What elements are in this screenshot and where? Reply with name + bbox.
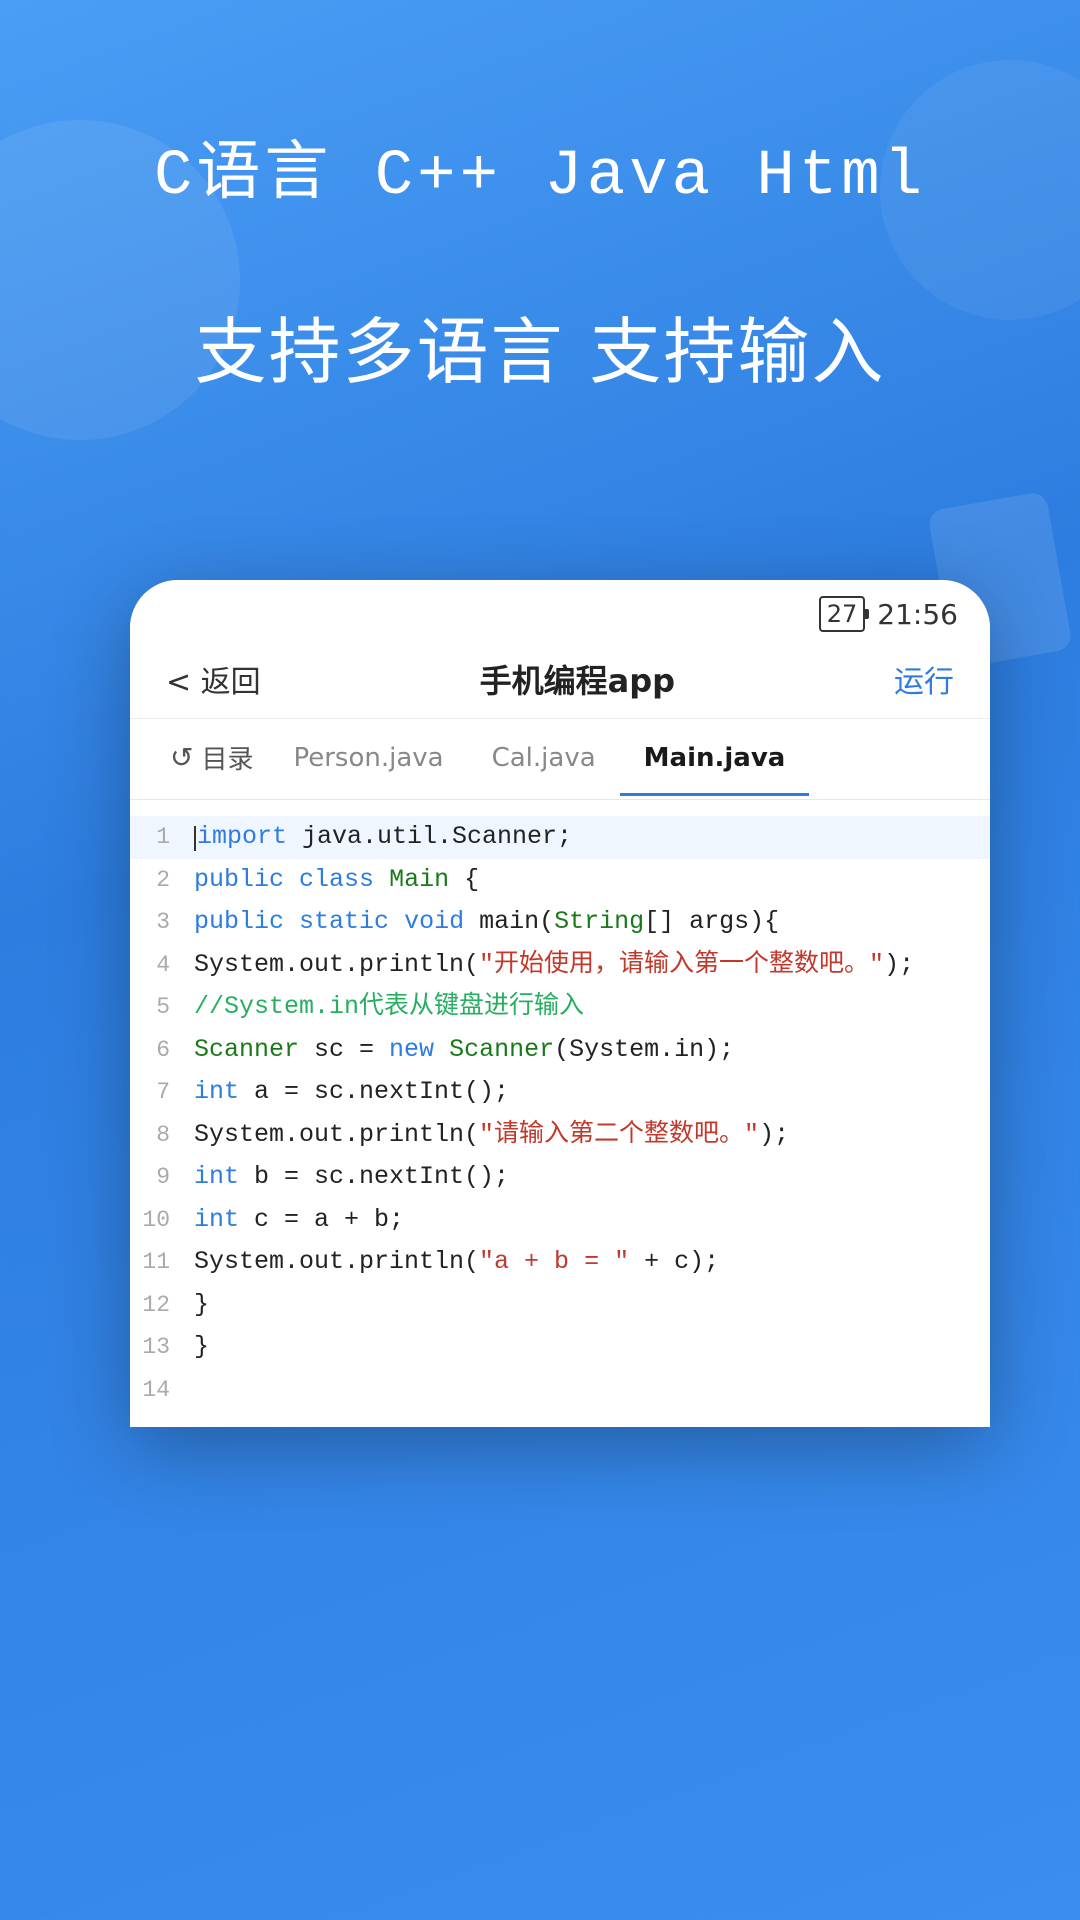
- code-line-9: 9 int b = sc.nextInt();: [130, 1156, 990, 1199]
- hero-tagline: 支持多语言 支持输入: [0, 293, 1080, 398]
- app-title: 手机编程app: [480, 656, 675, 702]
- code-line-12: 12 }: [130, 1284, 990, 1327]
- code-line-4: 4 System.out.println("开始使用，请输入第一个整数吧。");: [130, 944, 990, 987]
- tab-bar: ↺ 目录 Person.java Cal.java Main.java: [130, 719, 990, 800]
- phone-screen: 27 21:56 < 返回 手机编程app 运行 ↺ 目录 Person.jav…: [130, 580, 990, 1427]
- back-button[interactable]: < 返回: [166, 657, 261, 701]
- text-cursor: [194, 826, 196, 851]
- folder-icon: ↺: [170, 741, 193, 774]
- code-line-6: 6 Scanner sc = new Scanner(System.in);: [130, 1029, 990, 1072]
- code-editor[interactable]: 1 import java.util.Scanner; 2 public cla…: [130, 800, 990, 1427]
- code-line-5: 5 //System.in代表从键盘进行输入: [130, 986, 990, 1029]
- battery-indicator: 27: [819, 596, 866, 632]
- hero-section: C语言 C++ Java Html 支持多语言 支持输入: [0, 120, 1080, 398]
- code-line-3: 3 public static void main(String[] args)…: [130, 901, 990, 944]
- code-line-10: 10 int c = a + b;: [130, 1199, 990, 1242]
- code-line-14: 14: [130, 1369, 990, 1412]
- tab-folder[interactable]: ↺ 目录: [154, 719, 269, 799]
- code-line-13: 13 }: [130, 1326, 990, 1369]
- app-bar: < 返回 手机编程app 运行: [130, 640, 990, 719]
- tab-person-java[interactable]: Person.java: [269, 723, 467, 796]
- tab-main-java[interactable]: Main.java: [620, 723, 810, 796]
- code-line-1: 1 import java.util.Scanner;: [130, 816, 990, 859]
- status-time: 21:56: [877, 598, 958, 631]
- folder-label: 目录: [201, 739, 253, 776]
- hero-languages: C语言 C++ Java Html: [0, 120, 1080, 213]
- code-line-7: 7 int a = sc.nextInt();: [130, 1071, 990, 1114]
- run-button[interactable]: 运行: [894, 657, 954, 701]
- code-line-2: 2 public class Main {: [130, 859, 990, 902]
- status-bar: 27 21:56: [130, 580, 990, 640]
- code-line-8: 8 System.out.println("请输入第二个整数吧。");: [130, 1114, 990, 1157]
- code-line-11: 11 System.out.println("a + b = " + c);: [130, 1241, 990, 1284]
- tab-cal-java[interactable]: Cal.java: [468, 723, 620, 796]
- phone-mockup: 27 21:56 < 返回 手机编程app 运行 ↺ 目录 Person.jav…: [130, 580, 990, 1920]
